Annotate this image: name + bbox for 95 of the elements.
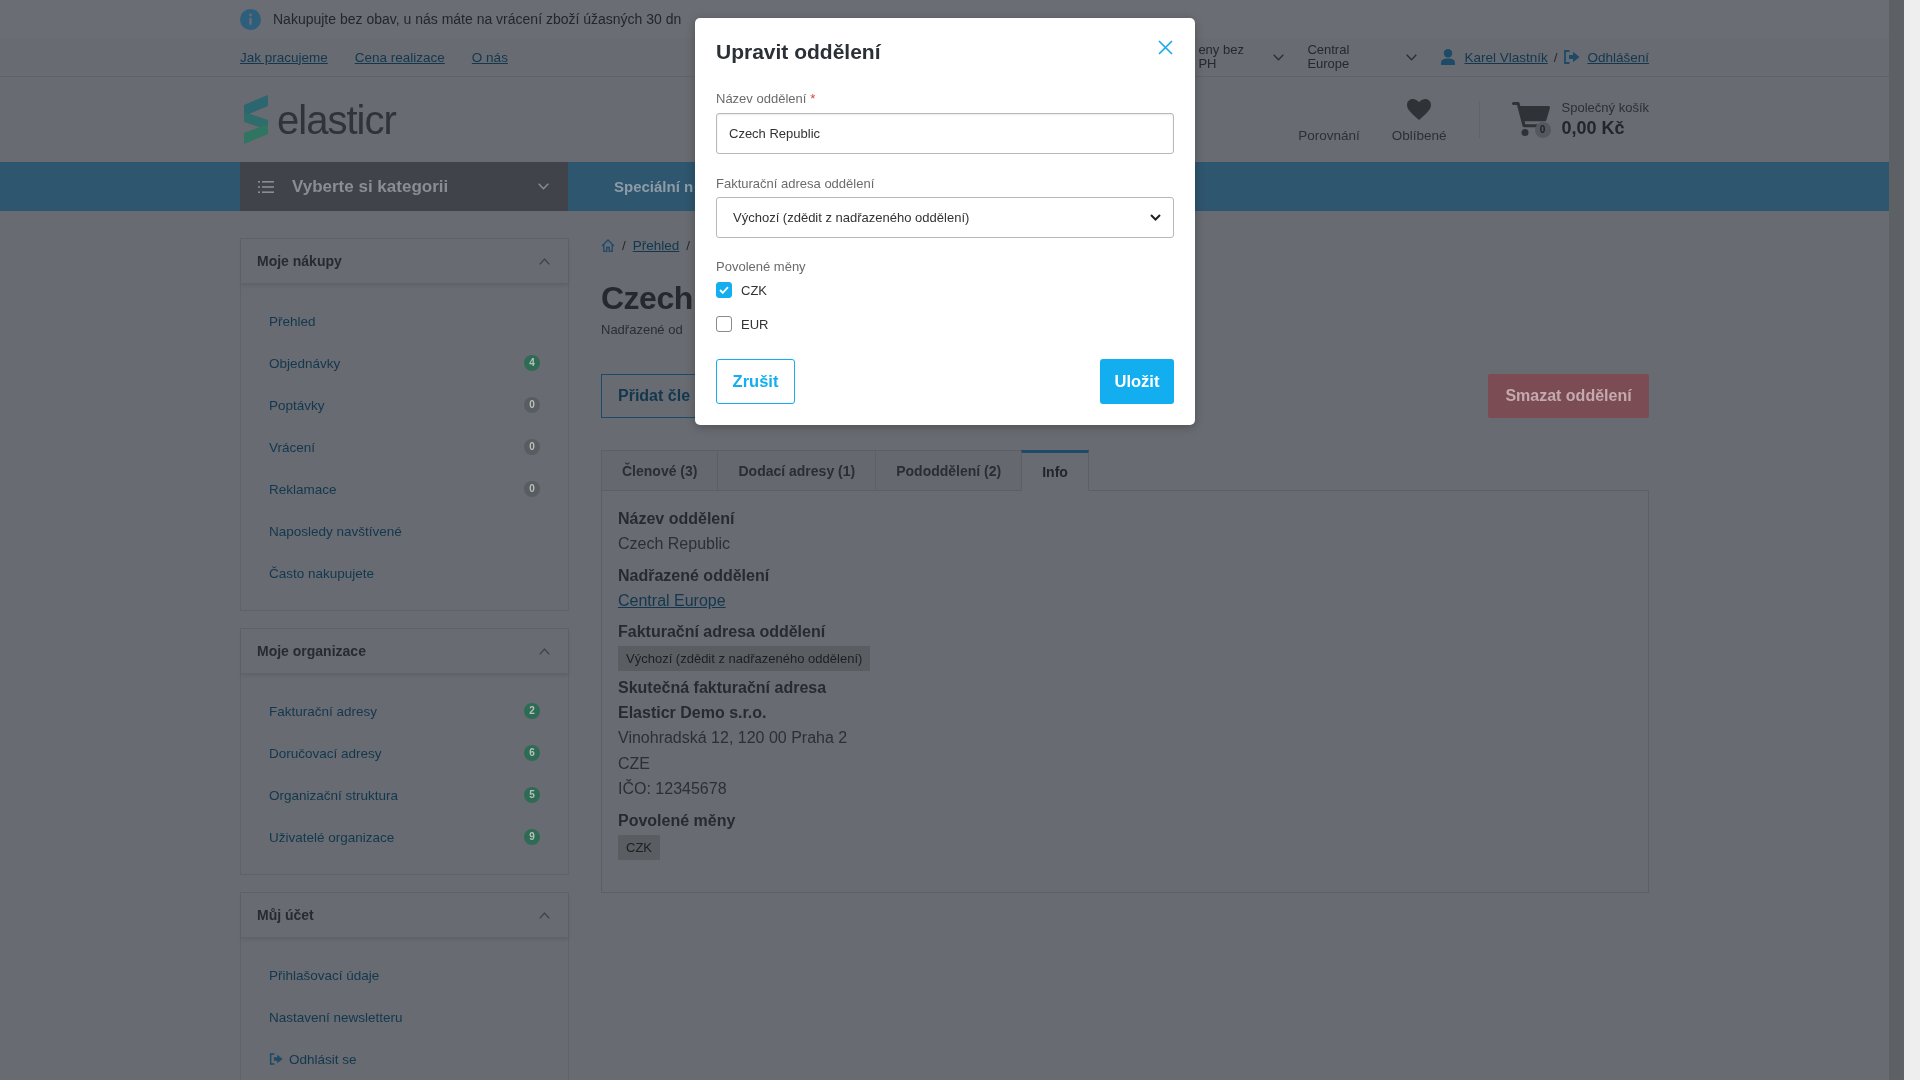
delete-department-button[interactable]: Smazat oddělení xyxy=(1488,374,1649,418)
cancel-button[interactable]: Zrušit xyxy=(716,359,795,404)
sidebar-link[interactable]: Odhlásit se xyxy=(269,1051,357,1067)
dialog-title: Upravit oddělení xyxy=(716,40,881,64)
promo-message: Nakupujte bez obav, u nás máte na vrácení zboží úžasných 30 dn xyxy=(273,11,682,27)
user-icon xyxy=(1441,49,1456,65)
chevron-down-icon xyxy=(538,183,549,190)
address-line: Vinohradská 12, 120 00 Praha 2 xyxy=(618,728,849,748)
sidebar-link[interactable]: Vrácení xyxy=(269,439,316,455)
chevron-down-icon xyxy=(1273,53,1285,61)
billing-address-select[interactable]: Výchozí (zdědit z nadřazeného oddělení) xyxy=(716,197,1174,238)
compare-link[interactable]: Porovnání xyxy=(1298,126,1360,144)
cart-count-badge: 0 xyxy=(1534,122,1551,138)
count-badge: 6 xyxy=(524,745,540,761)
separator-text: / xyxy=(1553,49,1558,65)
count-badge: 4 xyxy=(524,355,540,371)
checkbox[interactable] xyxy=(716,316,732,332)
field-label: Název oddělení xyxy=(618,509,736,529)
top-link[interactable]: Cena realizace xyxy=(354,49,445,65)
cart-label: Společný košík xyxy=(1561,99,1649,116)
sidebar-link[interactable]: Naposledy navštívené xyxy=(269,523,402,539)
address-line: CZE xyxy=(618,753,651,774)
top-link[interactable]: O nás xyxy=(471,49,508,65)
breadcrumb-separator: / xyxy=(686,237,691,253)
save-button[interactable]: Uložit xyxy=(1100,359,1174,404)
chevron-up-icon[interactable] xyxy=(539,911,550,919)
region-dropdown[interactable]: Central Europe xyxy=(1307,43,1418,71)
sidebar-link[interactable]: Reklamace xyxy=(269,481,337,497)
info-icon xyxy=(240,8,261,30)
field-label: Povolené měny xyxy=(618,811,737,831)
close-icon[interactable] xyxy=(1158,40,1173,55)
department-name-input[interactable]: Czech Republic xyxy=(716,113,1174,154)
sidebar-link[interactable]: Často nakupujete xyxy=(269,565,375,581)
tab[interactable]: Členové (3) xyxy=(601,450,719,491)
logo-mark-icon xyxy=(244,95,268,144)
company-name: Elasticr Demo s.r.o. xyxy=(618,703,768,723)
value-tag: Výchozí (zdědit z nadřazeného oddělení) xyxy=(618,645,871,671)
checkbox-label: CZK xyxy=(741,282,767,298)
field-label: Povolené měny xyxy=(716,258,807,276)
logout-icon xyxy=(1563,50,1581,64)
panel-title: Moje organizace xyxy=(257,643,366,659)
favorites-link[interactable]: Oblíbené xyxy=(1391,98,1447,144)
field-label: Nadřazené oddělení xyxy=(618,565,771,586)
heart-icon xyxy=(1407,98,1432,120)
chevron-up-icon[interactable] xyxy=(539,257,550,265)
count-badge: 0 xyxy=(524,397,540,413)
menu-icon xyxy=(258,180,274,193)
category-menu-button[interactable]: Vyberte si kategorii xyxy=(240,162,568,211)
cart-icon[interactable] xyxy=(1511,102,1550,137)
price-mode-dropdown[interactable]: eny bez PH xyxy=(1198,43,1285,71)
checkmark-icon xyxy=(719,286,729,294)
tab[interactable]: Info xyxy=(1021,450,1089,491)
top-link[interactable]: Jak pracujeme xyxy=(240,49,328,65)
logout-link[interactable]: Odhlášení xyxy=(1563,49,1649,65)
chevron-up-icon[interactable] xyxy=(539,647,550,655)
page-title: Czech xyxy=(601,279,693,318)
sidebar-link[interactable]: Doručovací adresy xyxy=(269,745,382,761)
parent-department-text: Nadřazené od xyxy=(601,322,683,338)
field-label: Fakturační adresa oddělení xyxy=(716,175,876,193)
panel-title: Můj účet xyxy=(257,907,314,923)
count-badge: 5 xyxy=(524,787,540,803)
sidebar-link[interactable]: Objednávky xyxy=(269,355,341,371)
scrollbar[interactable] xyxy=(1904,0,1920,1080)
home-logo-link[interactable]: elasticr xyxy=(244,95,396,144)
checkbox[interactable] xyxy=(716,282,732,298)
breadcrumb-separator: / xyxy=(622,237,626,253)
field-label: Název oddělení xyxy=(716,90,807,108)
count-badge: 0 xyxy=(524,439,540,455)
breadcrumb-link[interactable]: Přehled xyxy=(632,237,680,253)
sidebar-link[interactable]: Fakturační adresy xyxy=(269,703,378,719)
sidebar-link[interactable]: Nastavení newsletteru xyxy=(269,1009,403,1025)
chevron-down-icon xyxy=(1406,53,1418,61)
parent-department-link[interactable]: Central Europe xyxy=(618,591,726,609)
value-tag: CZK xyxy=(618,834,660,860)
sidebar-link[interactable]: Přihlašovací údaje xyxy=(269,967,380,983)
sidebar-link[interactable]: Uživatelé organizace xyxy=(269,829,395,845)
field-label: Skutečná fakturační adresa xyxy=(618,678,828,698)
home-icon[interactable] xyxy=(601,238,615,252)
required-mark: * xyxy=(810,90,816,108)
checkbox-label: EUR xyxy=(741,316,769,332)
address-line: IČO: 12345678 xyxy=(618,778,728,799)
sidebar-link[interactable]: Organizační struktura xyxy=(269,787,399,803)
field-value: Czech Republic xyxy=(618,534,732,554)
logout-icon xyxy=(269,1053,283,1065)
sidebar-link[interactable]: Poptávky xyxy=(269,397,325,413)
count-badge: 9 xyxy=(524,829,540,845)
cart-total: 0,00 Kč xyxy=(1561,117,1626,140)
sidebar-link[interactable]: Přehled xyxy=(269,313,316,329)
count-badge: 2 xyxy=(524,703,540,719)
chevron-down-icon xyxy=(1150,214,1161,221)
panel-title: Moje nákupy xyxy=(257,253,342,269)
field-label: Fakturační adresa oddělení xyxy=(618,622,827,642)
count-badge: 0 xyxy=(524,481,540,497)
user-account-link[interactable]: Karel Vlastník xyxy=(1464,49,1548,65)
nav-link[interactable]: Speciální n xyxy=(614,178,694,195)
